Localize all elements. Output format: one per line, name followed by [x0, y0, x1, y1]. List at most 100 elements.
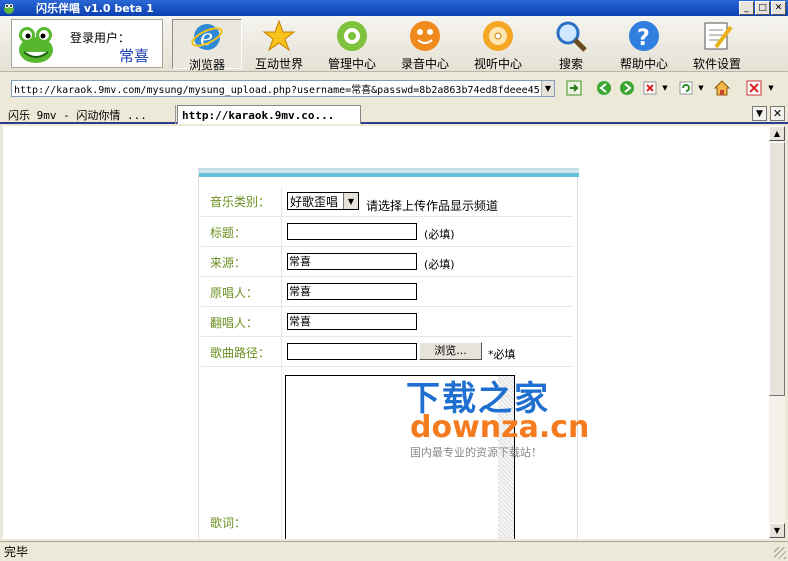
stop-icon: [643, 81, 657, 95]
toolbar-label: 帮助中心: [619, 57, 668, 71]
song-path-required-hint: *必填: [488, 348, 516, 361]
svg-text:?: ?: [637, 26, 650, 51]
tab-upload-page[interactable]: http://karaok.9mv.co...: [177, 105, 361, 124]
original-singer-row: 原唱人： 常喜: [201, 277, 573, 307]
url-dropdown-icon[interactable]: ▼: [541, 81, 554, 96]
address-bar: http://karaok.9mv.com/mysung/mysung_uplo…: [0, 73, 788, 103]
go-arrow-icon: [566, 80, 582, 96]
user-panel: 登录用户： 常喜: [11, 19, 163, 68]
close-dropdown-icon[interactable]: ▼: [766, 79, 776, 97]
refresh-button[interactable]: [677, 79, 695, 97]
source-row: 来源： 常喜 (必填): [201, 247, 573, 277]
scroll-up-icon[interactable]: ▲: [769, 126, 785, 141]
scroll-down-icon[interactable]: ▼: [769, 523, 785, 538]
source-label: 来源：: [210, 256, 247, 270]
close-page-icon: [746, 80, 762, 96]
stop-button[interactable]: [641, 79, 659, 97]
toolbar-label: 浏览器: [188, 58, 225, 72]
status-text: 完毕: [4, 545, 29, 559]
maximize-button[interactable]: □: [755, 1, 770, 15]
ie-browser-icon: e: [191, 24, 223, 51]
toolbar-settings-button[interactable]: 软件设置: [682, 19, 752, 71]
toolbar-record-button[interactable]: 录音中心: [390, 19, 460, 71]
cover-singer-row: 翻唱人： 常喜: [201, 307, 573, 337]
minimize-button[interactable]: _: [739, 1, 754, 15]
category-label: 音乐类别：: [210, 195, 271, 209]
source-required-hint: (必填): [424, 258, 455, 271]
original-singer-label: 原唱人：: [210, 286, 259, 300]
tab-list-button[interactable]: ▼: [752, 106, 767, 121]
status-bar: 完毕: [0, 541, 788, 561]
browse-button[interactable]: 浏览...: [419, 342, 482, 360]
forward-button[interactable]: [618, 79, 636, 97]
song-path-input[interactable]: [287, 343, 417, 360]
frog-avatar: [14, 21, 58, 66]
login-user-name: 常喜: [119, 47, 150, 65]
chevron-down-icon[interactable]: ▼: [343, 193, 358, 209]
resize-grip-icon[interactable]: [774, 547, 786, 559]
stop-dropdown-icon[interactable]: ▼: [660, 79, 670, 97]
toolbar-label: 搜索: [558, 57, 583, 71]
refresh-dropdown-icon[interactable]: ▼: [696, 79, 706, 97]
close-page-button[interactable]: [745, 79, 763, 97]
tab-close-button[interactable]: ✕: [770, 106, 785, 121]
back-button[interactable]: [595, 79, 613, 97]
scroll-thumb[interactable]: [769, 142, 785, 396]
url-field[interactable]: http://karaok.9mv.com/mysung/mysung_uplo…: [11, 80, 555, 97]
song-path-label: 歌曲路径：: [210, 346, 271, 360]
toolbar-label: 录音中心: [400, 57, 449, 71]
refresh-icon: [679, 81, 693, 95]
watermark-domain: downza.cn: [410, 410, 590, 445]
main-toolbar: 登录用户： 常喜 e 浏览器 互动世界 管理中心 录音中心 视听中心 搜索 ? …: [0, 16, 788, 72]
login-user-label: 登录用户：: [70, 31, 131, 45]
tab-strip: 闪乐 9mv - 闪动你情 ... http://karaok.9mv.co..…: [0, 103, 788, 124]
microphone-icon: [410, 21, 440, 51]
toolbar-interactive-button[interactable]: 互动世界: [244, 19, 314, 71]
title-required-hint: (必填): [424, 228, 455, 241]
app-frog-icon: [2, 1, 16, 15]
cover-singer-input[interactable]: 常喜: [287, 313, 417, 330]
url-text[interactable]: http://karaok.9mv.com/mysung/mysung_uplo…: [12, 81, 541, 96]
cover-singer-label: 翻唱人：: [210, 316, 259, 330]
forward-icon: [620, 81, 634, 95]
home-button[interactable]: [713, 79, 731, 97]
source-input[interactable]: 常喜: [287, 253, 417, 270]
star-icon: [262, 19, 296, 52]
category-hint: 请选择上传作品显示频道: [366, 199, 499, 213]
toolbar-label: 视听中心: [473, 57, 522, 71]
song-path-row: 歌曲路径： 浏览... *必填: [201, 337, 573, 367]
form-header-bar: [199, 168, 579, 177]
lyrics-label: 歌词：: [210, 516, 247, 530]
toolbar-media-button[interactable]: 视听中心: [463, 19, 533, 71]
category-row: 音乐类别： 好歌歪唱 ▼ 请选择上传作品显示频道: [201, 187, 573, 217]
home-icon: [714, 80, 730, 96]
original-singer-input[interactable]: 常喜: [287, 283, 417, 300]
title-input[interactable]: [287, 223, 417, 240]
toolbar-label: 软件设置: [692, 57, 741, 71]
browser-content: 音乐类别： 好歌歪唱 ▼ 请选择上传作品显示频道 标题： (必填) 来源： 常喜…: [3, 126, 769, 539]
toolbar-manage-button[interactable]: 管理中心: [317, 19, 387, 71]
page-scrollbar[interactable]: ▲ ▼: [769, 126, 785, 539]
toolbar-browser-button[interactable]: e 浏览器: [172, 19, 242, 72]
watermark-slogan: 国内最专业的资源下载站！: [410, 446, 542, 459]
help-icon: ?: [629, 21, 659, 51]
back-icon: [597, 81, 611, 95]
toolbar-search-button[interactable]: 搜索: [536, 19, 606, 71]
cd-icon: [483, 21, 513, 51]
toolbar-label: 互动世界: [254, 57, 303, 71]
category-selected: 好歌歪唱: [290, 194, 339, 209]
toolbar-help-button[interactable]: ? 帮助中心: [609, 19, 679, 71]
title-row: 标题： (必填): [201, 217, 573, 247]
window-title: 闪乐伴唱 v1.0 beta 1: [36, 2, 154, 15]
title-label: 标题：: [210, 226, 247, 240]
close-button[interactable]: ✕: [771, 1, 786, 15]
tab-9mv-home[interactable]: 闪乐 9mv - 闪动你情 ...: [4, 105, 176, 124]
settings-icon: [704, 22, 733, 50]
magnifier-icon: [556, 21, 587, 52]
go-button[interactable]: [565, 79, 583, 97]
title-bar: 闪乐伴唱 v1.0 beta 1 _ □ ✕: [0, 0, 788, 16]
category-select[interactable]: 好歌歪唱 ▼: [287, 192, 359, 210]
gear-icon: [337, 21, 367, 51]
toolbar-label: 管理中心: [327, 57, 376, 71]
upload-form: 音乐类别： 好歌歪唱 ▼ 请选择上传作品显示频道 标题： (必填) 来源： 常喜…: [198, 168, 579, 539]
